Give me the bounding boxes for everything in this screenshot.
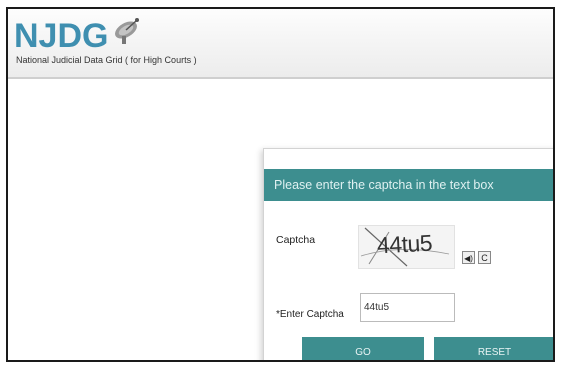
refresh-icon[interactable]: C [478,251,491,264]
modal-title: Please enter the captcha in the text box [264,169,553,201]
speaker-icon[interactable]: ◀) [462,251,475,264]
captcha-text: 44tu5 [376,229,433,259]
captcha-label: Captcha [276,234,316,246]
site-tagline: National Judicial Data Grid ( for High C… [16,55,197,65]
reset-button[interactable]: RESET [434,337,553,360]
page-frame: NJDG National Judicial Data Grid ( for H… [6,7,555,362]
captcha-image: 44tu5 [358,225,455,269]
captcha-modal: Please enter the captcha in the text box… [263,148,553,360]
header: NJDG National Judicial Data Grid ( for H… [8,9,553,79]
satellite-dish-icon [115,18,139,44]
njdg-logo: NJDG [14,17,109,55]
captcha-input[interactable] [360,293,455,322]
enter-captcha-label: *Enter Captcha [276,309,344,320]
go-button[interactable]: GO [302,337,424,360]
